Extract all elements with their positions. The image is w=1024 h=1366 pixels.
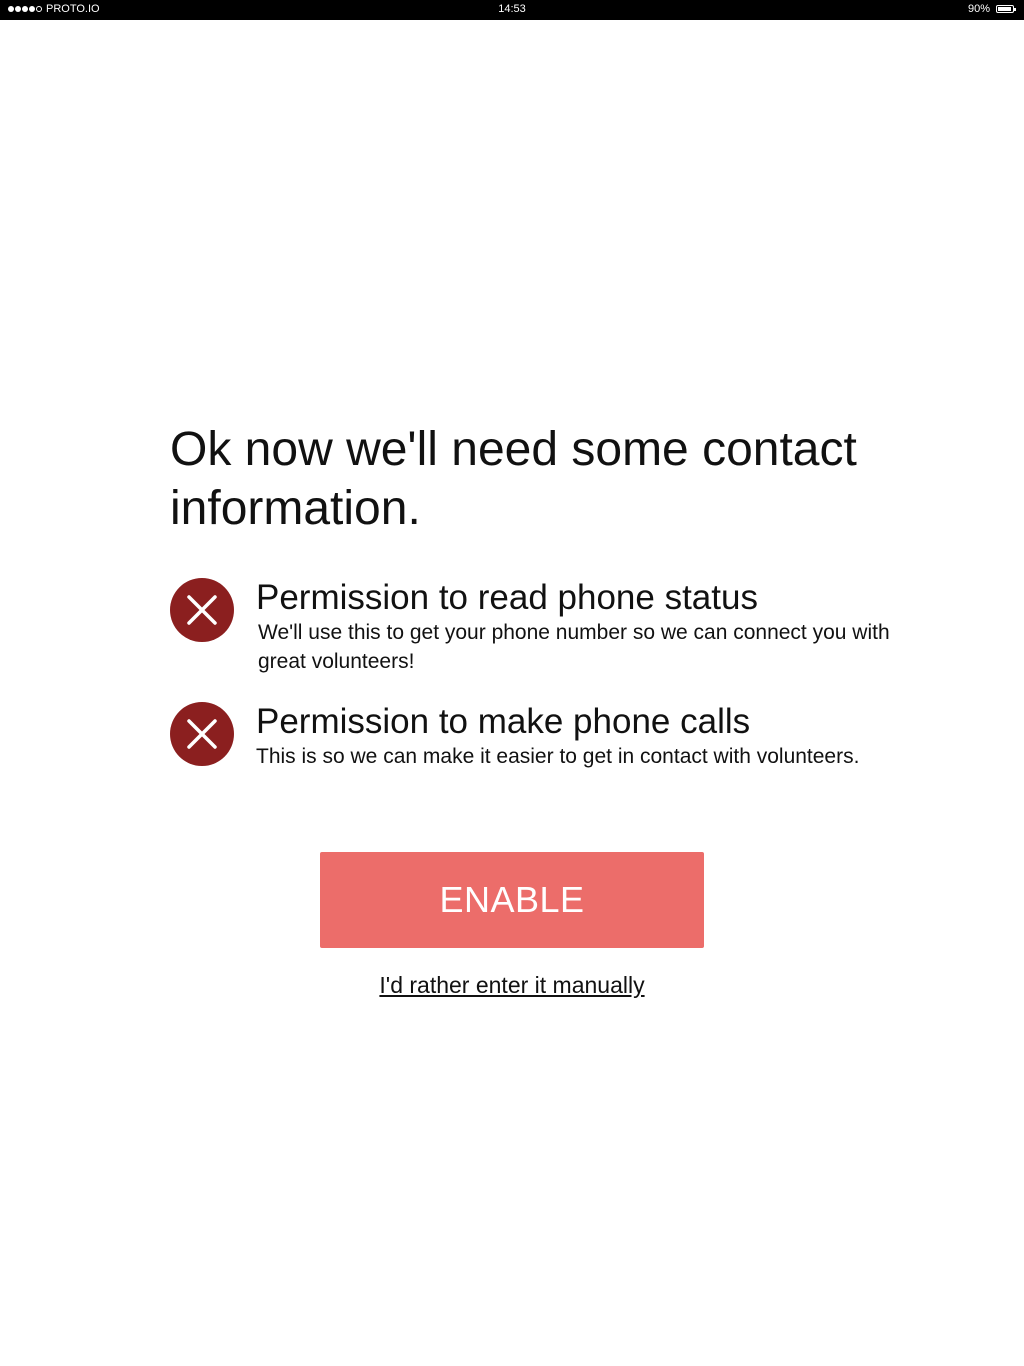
permission-title: Permission to make phone calls bbox=[256, 702, 751, 741]
battery-fill bbox=[998, 7, 1011, 11]
permission-description: This is so we can make it easier to get … bbox=[256, 745, 860, 768]
status-time: 14:53 bbox=[498, 3, 526, 15]
main-content: Ok now we'll need some contact informati… bbox=[170, 420, 930, 771]
status-bar: PROTO.IO 14:53 90% bbox=[0, 0, 1024, 20]
battery-icon bbox=[996, 5, 1016, 13]
enable-button[interactable]: ENABLE bbox=[320, 852, 704, 948]
page-title: Ok now we'll need some contact informati… bbox=[170, 423, 857, 535]
battery-nub bbox=[1014, 8, 1016, 11]
permission-description: We'll use this to get your phone number … bbox=[258, 621, 890, 673]
close-circle-icon bbox=[170, 578, 234, 642]
battery-percent: 90% bbox=[967, 3, 990, 15]
permission-item-phone-calls: Permission to make phone calls This is s… bbox=[170, 702, 930, 771]
permission-title: Permission to read phone status bbox=[256, 578, 758, 617]
enter-manually-link[interactable]: I'd rather enter it manually bbox=[0, 972, 1024, 999]
close-circle-icon bbox=[170, 702, 234, 766]
status-right: 90% bbox=[967, 3, 1016, 15]
permission-item-phone-status: Permission to read phone status We'll us… bbox=[170, 578, 930, 676]
